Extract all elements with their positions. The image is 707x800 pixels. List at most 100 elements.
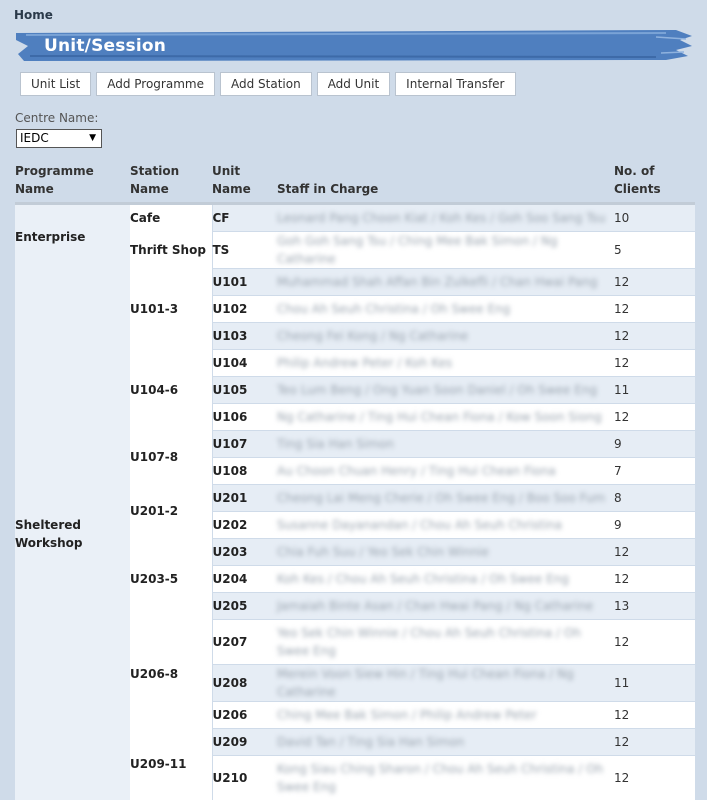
- station-cell: U203-5: [130, 538, 213, 619]
- clients-cell: 8: [614, 483, 695, 511]
- clients-cell: 9: [614, 429, 695, 457]
- unit-cell: U106: [212, 402, 277, 430]
- add-programme-button[interactable]: Add Programme: [96, 72, 215, 96]
- unit-list-button[interactable]: Unit List: [20, 72, 92, 96]
- column-header-clients: No. of Clients: [614, 160, 695, 205]
- unit-cell: U107: [212, 429, 277, 457]
- table-row: Sheltered Workshop U101-3 U101 Muhammad …: [15, 267, 695, 800]
- staff-cell: Chou Ah Seuh Christina / Oh Swee Eng: [277, 294, 614, 322]
- staff-cell: Ching Mee Bak Simon / Philip Andrew Pete…: [277, 700, 614, 728]
- action-toolbar: Unit List Add Programme Add Station Add …: [20, 72, 516, 96]
- programme-cell: Enterprise: [15, 203, 130, 268]
- clients-cell: 11: [614, 663, 695, 701]
- unit-cell: U204: [212, 564, 277, 592]
- staff-text: Philip Andrew Peter / Koh Kes: [277, 355, 453, 370]
- staff-cell: Muhammad Shah Affan Bin Zulkefli / Chan …: [277, 267, 614, 295]
- clients-cell: 7: [614, 456, 695, 484]
- add-station-button[interactable]: Add Station: [219, 72, 312, 96]
- centre-name-value: IEDC: [20, 131, 49, 145]
- staff-text: Ng Catharine / Ting Hui Chean Fiona / Ko…: [277, 409, 602, 424]
- staff-text: Cheong Fei Kong / Ng Catharine: [277, 328, 469, 343]
- staff-text: Chou Ah Seuh Christina / Oh Swee Eng: [277, 301, 511, 316]
- unit-cell: U201: [212, 483, 277, 511]
- staff-text: David Tan / Ting Sia Han Simon: [277, 734, 465, 749]
- unit-session-table: Programme Name Station Name Unit Name St…: [15, 160, 695, 800]
- staff-cell: Susanne Dayanandan / Chou Ah Seuh Christ…: [277, 510, 614, 538]
- breadcrumb[interactable]: Home: [14, 8, 53, 22]
- centre-name-select[interactable]: IEDC ▼: [16, 129, 102, 148]
- staff-text: Muhammad Shah Affan Bin Zulkefli / Chan …: [277, 274, 598, 289]
- dropdown-arrow-icon: ▼: [89, 133, 96, 143]
- staff-text: Kong Siau Ching Sharon / Chou Ah Seuh Ch…: [277, 761, 604, 794]
- unit-cell: U103: [212, 321, 277, 349]
- staff-text: Merein Voon Siew Hin / Ting Hui Chean Fi…: [277, 666, 574, 699]
- clients-cell: 12: [614, 754, 695, 800]
- staff-text: Goh Goh Sang Tsu / Ching Mee Bak Simon /…: [277, 233, 558, 266]
- station-cell: Thrift Shop: [130, 231, 213, 268]
- unit-cell: U210: [212, 754, 277, 800]
- unit-cell: U208: [212, 663, 277, 701]
- unit-cell: U102: [212, 294, 277, 322]
- staff-cell: Yeo Sek Chin Winnie / Chou Ah Seuh Chris…: [277, 618, 614, 664]
- centre-name-label: Centre Name:: [15, 111, 99, 125]
- clients-cell: 9: [614, 510, 695, 538]
- clients-cell: 5: [614, 230, 695, 268]
- station-cell: U101-3: [130, 268, 213, 349]
- staff-cell: Koh Kes / Chou Ah Seuh Christina / Oh Sw…: [277, 564, 614, 592]
- unit-cell: U105: [212, 375, 277, 403]
- column-header-programme: Programme Name: [15, 160, 130, 205]
- staff-text: Ching Mee Bak Simon / Philip Andrew Pete…: [277, 707, 537, 722]
- station-cell: Cafe: [130, 203, 213, 231]
- staff-text: Ting Sia Han Simon: [277, 436, 394, 451]
- station-cell: U104-6: [130, 349, 213, 430]
- unit-cell: U209: [212, 727, 277, 755]
- staff-cell: Merein Voon Siew Hin / Ting Hui Chean Fi…: [277, 663, 614, 701]
- clients-cell: 12: [614, 294, 695, 322]
- unit-cell: U108: [212, 456, 277, 484]
- clients-cell: 12: [614, 267, 695, 295]
- internal-transfer-button[interactable]: Internal Transfer: [395, 72, 516, 96]
- column-header-station: Station Name: [130, 160, 212, 205]
- clients-cell: 13: [614, 591, 695, 619]
- clients-cell: 12: [614, 402, 695, 430]
- staff-cell: Ting Sia Han Simon: [277, 429, 614, 457]
- clients-cell: 10: [614, 203, 695, 231]
- add-unit-button[interactable]: Add Unit: [316, 72, 391, 96]
- staff-cell: Kong Siau Ching Sharon / Chou Ah Seuh Ch…: [277, 754, 614, 800]
- staff-cell: Ng Catharine / Ting Hui Chean Fiona / Ko…: [277, 402, 614, 430]
- staff-text: Jamaiah Binte Asan / Chan Hwai Pang / Ng…: [277, 598, 594, 613]
- unit-cell: TS: [212, 230, 277, 268]
- staff-text: Koh Kes / Chou Ah Seuh Christina / Oh Sw…: [277, 571, 569, 586]
- staff-text: Teo Lum Beng / Ong Yuan Soon Daniel / Oh…: [277, 382, 598, 397]
- station-cell: U206-8: [130, 619, 213, 728]
- clients-cell: 12: [614, 321, 695, 349]
- unit-cell: U203: [212, 537, 277, 565]
- staff-text: Leonard Pang Choon Kiat / Koh Kes / Goh …: [277, 210, 606, 225]
- unit-cell: U202: [212, 510, 277, 538]
- staff-text: Cheong Lai Meng Cherie / Oh Swee Eng / B…: [277, 490, 606, 505]
- staff-cell: Teo Lum Beng / Ong Yuan Soon Daniel / Oh…: [277, 375, 614, 403]
- station-cell: U209-11: [130, 728, 213, 800]
- unit-cell: CF: [212, 203, 277, 231]
- staff-cell: Cheong Fei Kong / Ng Catharine: [277, 321, 614, 349]
- staff-text: Susanne Dayanandan / Chou Ah Seuh Christ…: [277, 517, 562, 532]
- station-cell: U201-2: [130, 484, 213, 538]
- staff-text: Au Choon Chuan Henry / Ting Hui Chean Fi…: [277, 463, 556, 478]
- staff-cell: Chia Fuh Suu / Yeo Sek Chin Winnie: [277, 537, 614, 565]
- column-header-unit: Unit Name: [212, 160, 277, 205]
- staff-cell: Au Choon Chuan Henry / Ting Hui Chean Fi…: [277, 456, 614, 484]
- clients-cell: 11: [614, 375, 695, 403]
- page-title-banner: Unit/Session: [16, 28, 692, 62]
- page-title: Unit/Session: [44, 36, 167, 56]
- staff-cell: Philip Andrew Peter / Koh Kes: [277, 348, 614, 376]
- clients-cell: 12: [614, 564, 695, 592]
- unit-cell: U206: [212, 700, 277, 728]
- staff-cell: Goh Goh Sang Tsu / Ching Mee Bak Simon /…: [277, 230, 614, 268]
- clients-cell: 12: [614, 618, 695, 664]
- unit-cell: U104: [212, 348, 277, 376]
- staff-cell: Leonard Pang Choon Kiat / Koh Kes / Goh …: [277, 203, 614, 231]
- staff-cell: David Tan / Ting Sia Han Simon: [277, 727, 614, 755]
- table-row: Enterprise Cafe CF Leonard Pang Choon Ki…: [15, 203, 695, 268]
- unit-cell: U101: [212, 267, 277, 295]
- unit-cell: U205: [212, 591, 277, 619]
